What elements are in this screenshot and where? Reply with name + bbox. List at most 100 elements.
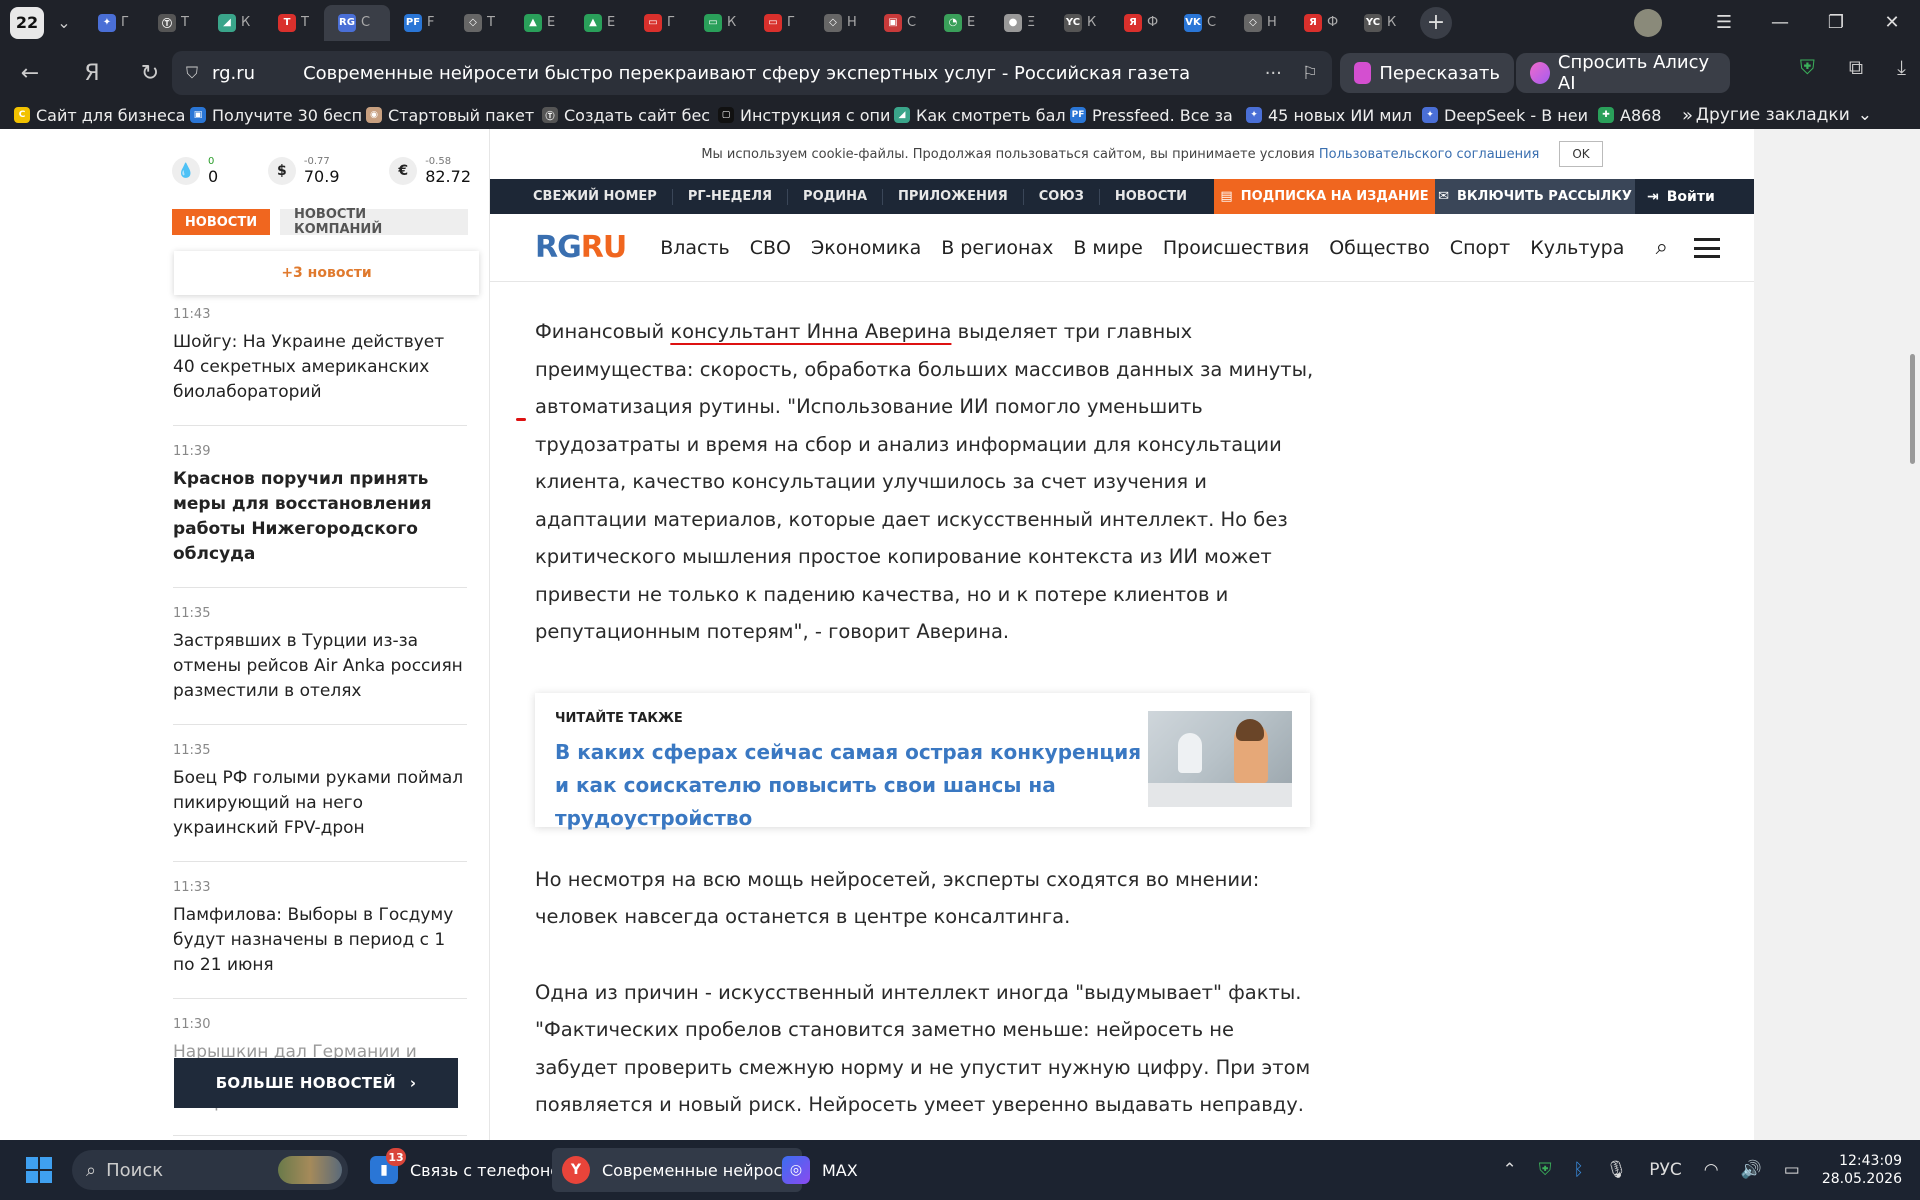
browser-tab[interactable]: ◢ К [204, 5, 264, 41]
browser-tab[interactable]: ▣ С [870, 5, 930, 41]
browser-tab[interactable]: PF F [390, 5, 450, 41]
bookmark-item[interactable]: ◉ Стартовый пакет [366, 106, 542, 125]
taskbar-app-phone-link[interactable]: ▮ 13 Связь с телефоном [360, 1148, 582, 1192]
cookie-ok-button[interactable]: OK [1559, 141, 1603, 167]
other-bookmarks-button[interactable]: Другие закладки ⌄ [1696, 105, 1872, 125]
page-scrollbar[interactable] [1906, 129, 1920, 1140]
extensions-icon[interactable]: ⧉ [1849, 55, 1863, 79]
browser-tab[interactable]: ▭ К [690, 5, 750, 41]
input-language[interactable]: РУС [1649, 1160, 1681, 1180]
read-also-title[interactable]: В каких сферах сейчас самая острая конку… [555, 736, 1155, 835]
windows-start-icon[interactable] [26, 1157, 52, 1183]
browser-tab[interactable]: ▭ Г [750, 5, 810, 41]
bookmark-item[interactable]: ✦ DeepSeek - В неи [1422, 106, 1598, 125]
read-also-card[interactable]: ЧИТАЙТЕ ТАКЖЕ В каких сферах сейчас сама… [535, 693, 1310, 830]
browser-tab[interactable]: ▲ Е [570, 5, 630, 41]
volume-icon[interactable]: 🔊 [1741, 1160, 1762, 1180]
rubric-link[interactable]: Происшествия [1153, 237, 1319, 259]
bookmark-item[interactable]: C Сайт для бизнеса [14, 106, 190, 125]
more-bookmarks-chevron-icon[interactable]: » [1682, 105, 1693, 126]
bookmark-item[interactable]: PF Pressfeed. Все за [1070, 106, 1246, 125]
rgru-logo[interactable]: RGRU [535, 230, 627, 265]
mailing-button[interactable]: ✉ ВКЛЮЧИТЬ РАССЫЛКУ [1435, 179, 1635, 214]
reload-icon[interactable]: ↻ [128, 51, 172, 95]
top-nav-link[interactable]: РОДИНА [788, 188, 884, 205]
tab-company-news[interactable]: НОВОСТИ КОМПАНИЙ [280, 207, 468, 237]
browser-tab[interactable]: ✦ Г [84, 5, 144, 41]
extension-shield-icon[interactable]: ⛨ [1800, 55, 1815, 79]
top-nav-link[interactable]: СОЮЗ [1024, 188, 1100, 205]
browser-tab[interactable]: ◇ Т [450, 5, 510, 41]
bookmark-item[interactable]: ▢ Инструкция с опи [718, 106, 894, 125]
bookmark-item[interactable]: Ⓣ Создать сайт бес [542, 106, 718, 125]
news-title[interactable]: Шойгу: На Украине действует 40 секретных… [173, 330, 467, 405]
menu-icon[interactable]: ☰ [1696, 12, 1752, 33]
bluetooth-icon[interactable]: ᛒ [1573, 1160, 1583, 1180]
rubric-link[interactable]: Экономика [801, 237, 931, 259]
browser-tab[interactable]: YC К [1050, 5, 1110, 41]
browser-tab[interactable]: RG С [324, 4, 390, 41]
news-item[interactable]: 11:35 Застрявших в Турции из-за отмены ре… [173, 606, 467, 725]
rubric-link[interactable]: В мире [1063, 237, 1153, 259]
read-also-thumbnail[interactable] [1148, 710, 1292, 807]
tab-news[interactable]: НОВОСТИ [172, 209, 270, 235]
user-agreement-link[interactable]: Пользовательского соглашения [1319, 147, 1539, 162]
browser-tab[interactable]: ▭ Г [630, 5, 690, 41]
login-button[interactable]: ⇥ Войти [1647, 179, 1715, 214]
ask-alice-button[interactable]: Спросить Алису AI [1516, 52, 1730, 94]
browser-tab[interactable]: ЯФ [1110, 5, 1170, 41]
browser-tab[interactable]: ▲ Е [510, 5, 570, 41]
search-icon[interactable]: ⌕ [1656, 235, 1668, 260]
browser-tab[interactable]: ◇ Н [810, 5, 870, 41]
browser-tab[interactable]: TТ [264, 5, 324, 41]
defender-shield-icon[interactable]: ⛨ [1539, 1160, 1552, 1180]
news-item[interactable]: 11:33 Памфилова: Выборы в Госдуму будут н… [173, 880, 467, 999]
news-item[interactable]: 11:35 Боец РФ голыми руками поймал пикиру… [173, 743, 467, 862]
url-field[interactable]: ⛉ rg.ru Современные нейросети быстро пер… [172, 51, 1332, 95]
yandex-home-icon[interactable]: Я [70, 51, 114, 95]
page-scroll-thumb[interactable] [1910, 354, 1915, 464]
subscribe-button[interactable]: ▤ ПОДПИСКА НА ИЗДАНИЕ [1214, 179, 1435, 214]
shield-icon[interactable]: ⛉ [186, 63, 198, 83]
rubric-link[interactable]: Спорт [1440, 237, 1520, 259]
more-dots-icon[interactable]: ··· [1265, 63, 1282, 84]
news-title[interactable]: Застрявших в Турции из-за отмены рейсов … [173, 629, 467, 704]
restore-button[interactable]: ❐ [1808, 12, 1864, 33]
more-news-button[interactable]: БОЛЬШЕ НОВОСТЕЙ › [174, 1058, 458, 1108]
battery-icon[interactable]: ▭ [1784, 1160, 1800, 1180]
rubric-link[interactable]: В регионах [931, 237, 1063, 259]
taskbar-app-max[interactable]: ◎ MAX [772, 1148, 868, 1192]
taskbar-app-yandex-browser[interactable]: Y Современные нейросе [552, 1148, 803, 1192]
wifi-icon[interactable]: ◠ [1704, 1160, 1719, 1180]
clock[interactable]: 12:43:09 28.05.2026 [1822, 1152, 1902, 1188]
bookmark-icon[interactable]: ⚐ [1302, 63, 1318, 84]
new-news-button[interactable]: +3 новости [174, 251, 479, 295]
hamburger-menu-icon[interactable] [1694, 238, 1720, 258]
top-nav-link[interactable]: РГ-НЕДЕЛЯ [673, 188, 789, 205]
bookmark-item[interactable]: ◢ Как смотреть бал [894, 106, 1070, 125]
news-title[interactable]: Краснов поручил принять меры для восстан… [173, 467, 467, 567]
bookmark-item[interactable]: ✚ A868 [1598, 106, 1678, 125]
browser-tab[interactable]: ЯФ [1290, 5, 1350, 41]
chevron-up-icon[interactable]: ⌃ [1502, 1160, 1516, 1180]
tab-counter-button[interactable]: 22 [10, 6, 44, 39]
top-nav-link[interactable]: НОВОСТИ [1100, 189, 1202, 205]
download-icon[interactable]: ⤓ [1897, 55, 1906, 79]
bookmark-item[interactable]: ✦ 45 новых ИИ мил [1246, 106, 1422, 125]
news-item[interactable]: 11:43 Шойгу: На Украине действует 40 секр… [173, 307, 467, 426]
browser-tab[interactable]: Ⓣ Т [144, 5, 204, 41]
new-tab-button[interactable]: + [1420, 6, 1452, 39]
browser-tab[interactable]: ◔ Е [930, 5, 990, 41]
browser-tab[interactable]: YC К [1350, 5, 1410, 41]
microphone-icon[interactable]: 🎙 [1606, 1160, 1628, 1180]
top-nav-link[interactable]: ПРИЛОЖЕНИЯ [883, 188, 1024, 205]
minimize-button[interactable]: — [1752, 12, 1808, 33]
news-title[interactable]: Памфилова: Выборы в Госдуму будут назнач… [173, 903, 467, 978]
rubric-link[interactable]: СВО [740, 237, 801, 259]
browser-tab[interactable]: VK С [1170, 5, 1230, 41]
browser-tab[interactable]: ● Ξ [990, 5, 1050, 41]
news-item[interactable]: 11:39 Краснов поручил принять меры для во… [173, 444, 467, 588]
back-arrow-icon[interactable]: ← [8, 51, 52, 95]
rubric-link[interactable]: Культура [1520, 237, 1634, 259]
profile-avatar[interactable] [1634, 8, 1662, 37]
